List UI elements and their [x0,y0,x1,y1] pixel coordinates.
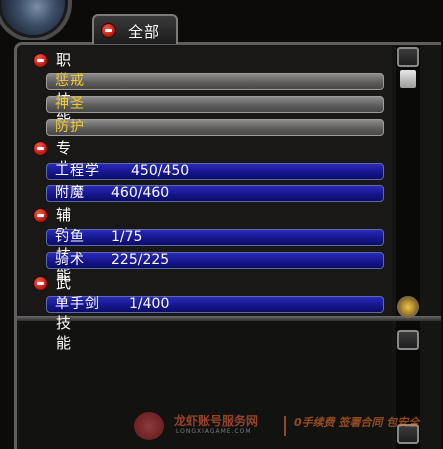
skill-name: 附魔 [55,185,85,201]
scroll-down-button[interactable] [397,296,419,318]
skill-name: 工程学 [55,163,100,179]
skill-rank: 225/225 [111,252,170,268]
skill-rank: 1/75 [111,229,143,245]
skill-row[interactable]: 骑术 225/225 [46,252,384,269]
collapse-icon[interactable] [33,53,48,68]
watermark-separator [284,416,286,436]
collapse-icon[interactable] [33,208,48,223]
skill-row[interactable]: 单手剑 1/400 [46,296,384,313]
watermark-subtitle: LONGXIAGAME.COM [176,428,252,435]
skill-row[interactable]: 钓鱼 1/75 [46,229,384,246]
skill-name: 神圣 [55,96,85,112]
watermark: 龙虾账号服务网 LONGXIAGAME.COM 0手续费 签署合同 包安全 [128,410,438,446]
skill-name: 防护 [55,119,85,135]
watermark-title: 龙虾账号服务网 [174,414,259,428]
skill-row[interactable]: 惩戒 [46,73,384,90]
skill-name: 钓鱼 [55,229,85,245]
skill-name: 单手剑 [55,296,100,312]
scroll-thumb[interactable] [400,70,416,88]
skill-row[interactable]: 附魔 460/460 [46,185,384,202]
collapse-icon[interactable] [101,23,116,38]
category-title: 武器技能 [56,274,74,352]
skill-row[interactable]: 工程学 450/450 [46,163,384,180]
skill-rank: 460/460 [111,185,170,201]
collapse-icon[interactable] [33,276,48,291]
skill-name: 惩戒 [55,73,85,89]
tab-all-label: 全部 [128,23,161,41]
character-portrait [0,0,74,40]
tab-all[interactable]: 全部 [92,14,178,44]
skill-row[interactable]: 防护 [46,119,384,136]
skill-row[interactable]: 神圣 [46,96,384,113]
watermark-logo-icon [134,412,164,440]
collapse-icon[interactable] [33,141,48,156]
skill-rank: 1/400 [129,296,170,312]
category-title: 职业技能 [56,51,74,129]
scroll-up-button[interactable] [397,47,419,67]
skill-rank: 450/450 [131,163,190,179]
watermark-slogan: 0手续费 签署合同 包安全 [294,416,420,429]
detail-scroll-up-button[interactable] [397,330,419,350]
skill-name: 骑术 [55,252,85,268]
